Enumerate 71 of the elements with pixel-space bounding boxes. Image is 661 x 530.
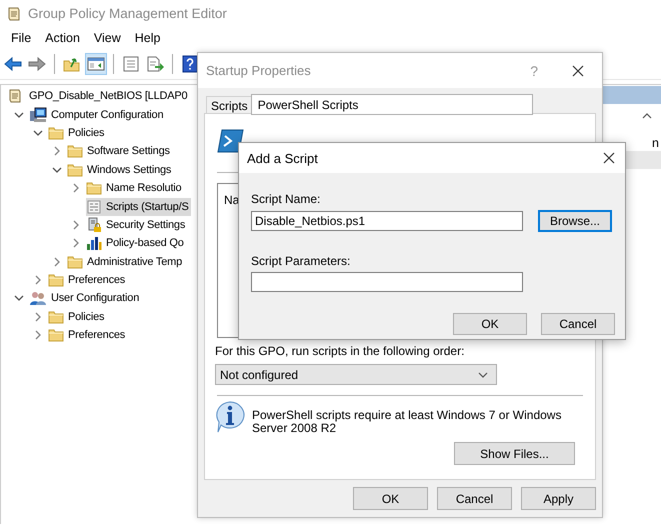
tree-item[interactable]: Name Resolutio	[86, 179, 184, 198]
tree-item[interactable]: Windows Settings	[67, 160, 174, 179]
window-title: Group Policy Management Editor	[28, 6, 227, 21]
tree-item[interactable]: Policy-based Qo	[86, 234, 186, 252]
folder-icon	[48, 124, 64, 141]
folder-icon	[67, 143, 83, 160]
computer-icon	[29, 106, 47, 123]
info-text: PowerShell scripts require at least Windows 7 or Windows Server 2008 R2	[252, 407, 562, 435]
show-files-button[interactable]: Show Files...	[454, 442, 575, 465]
order-dropdown[interactable]: Not configured	[215, 364, 497, 385]
tab[interactable]: PowerShell Scripts	[250, 94, 533, 115]
input-field[interactable]: Disable_Netbios.ps1	[251, 211, 523, 231]
tree-item[interactable]: Scripts (Startup/S	[86, 198, 191, 216]
dialog-button[interactable]: Cancel	[541, 313, 615, 335]
tree-item[interactable]: Preferences	[48, 326, 128, 344]
chevron-icon[interactable]	[33, 312, 43, 322]
chevron-icon[interactable]	[71, 183, 81, 194]
caret-icon[interactable]	[642, 112, 652, 120]
close-icon[interactable]	[603, 152, 615, 164]
close-icon[interactable]	[572, 64, 584, 76]
chevron-icon	[478, 370, 488, 378]
chevron-icon[interactable]	[14, 293, 24, 304]
tree-item[interactable]: Computer Configuration	[29, 106, 166, 124]
chevron-icon[interactable]	[71, 220, 81, 230]
field-label: Script Parameters:	[251, 254, 352, 267]
chevron-icon[interactable]	[52, 256, 62, 267]
chevron-icon[interactable]	[33, 275, 43, 286]
document-icon	[7, 88, 23, 104]
folder-icon	[67, 254, 83, 270]
chevron-icon[interactable]	[71, 238, 81, 248]
dialog-button[interactable]: Cancel	[437, 487, 512, 510]
dialog-button[interactable]: OK	[353, 487, 428, 510]
dialog-title: Add a Script	[247, 150, 318, 166]
menu-item[interactable]: File	[4, 31, 38, 45]
chevron-icon[interactable]	[52, 146, 62, 156]
tree-item[interactable]: Policies	[48, 124, 106, 142]
folder-icon	[48, 308, 64, 325]
lock-icon	[86, 216, 102, 233]
folder-icon	[86, 180, 102, 196]
menu-item[interactable]: Help	[128, 31, 168, 45]
tree-item[interactable]: User Configuration	[29, 289, 142, 308]
script-icon	[86, 198, 102, 215]
pane-icon[interactable]	[85, 53, 107, 75]
field-label: For this GPO, run scripts in the following order:	[215, 344, 466, 358]
chevron-icon[interactable]	[52, 164, 62, 175]
dialog-title: Startup Properties	[206, 63, 312, 78]
dialog-button[interactable]: Apply	[521, 487, 596, 510]
menu-item[interactable]: View	[86, 31, 128, 45]
folder-icon	[48, 272, 64, 288]
info-icon	[214, 400, 246, 434]
menu-item[interactable]: Action	[38, 31, 87, 45]
input-field[interactable]	[251, 272, 523, 292]
tree-item[interactable]: Security Settings	[86, 216, 188, 234]
document-icon	[6, 6, 22, 22]
tree-item[interactable]: Administrative Temp	[67, 252, 184, 271]
tree-item[interactable]: Preferences	[48, 271, 128, 290]
browse-button[interactable]: Browse...	[538, 210, 612, 232]
tree-item[interactable]: GPO_Disable_NetBIOS [LLDAP0	[7, 87, 190, 106]
folder-icon	[48, 327, 64, 344]
dialog-button[interactable]: OK	[453, 313, 527, 335]
folder-icon	[67, 162, 83, 178]
bar-chart-icon	[86, 235, 102, 252]
tree-item[interactable]: Policies	[48, 308, 106, 326]
field-label: Script Name:	[251, 192, 322, 205]
tree-item[interactable]: Software Settings	[67, 142, 172, 160]
users-icon	[29, 290, 47, 306]
chevron-icon[interactable]	[14, 110, 24, 120]
chevron-icon[interactable]	[33, 330, 43, 340]
chevron-icon[interactable]	[33, 128, 43, 138]
list-text: n	[652, 136, 659, 148]
tab[interactable]: Scripts	[206, 96, 253, 113]
